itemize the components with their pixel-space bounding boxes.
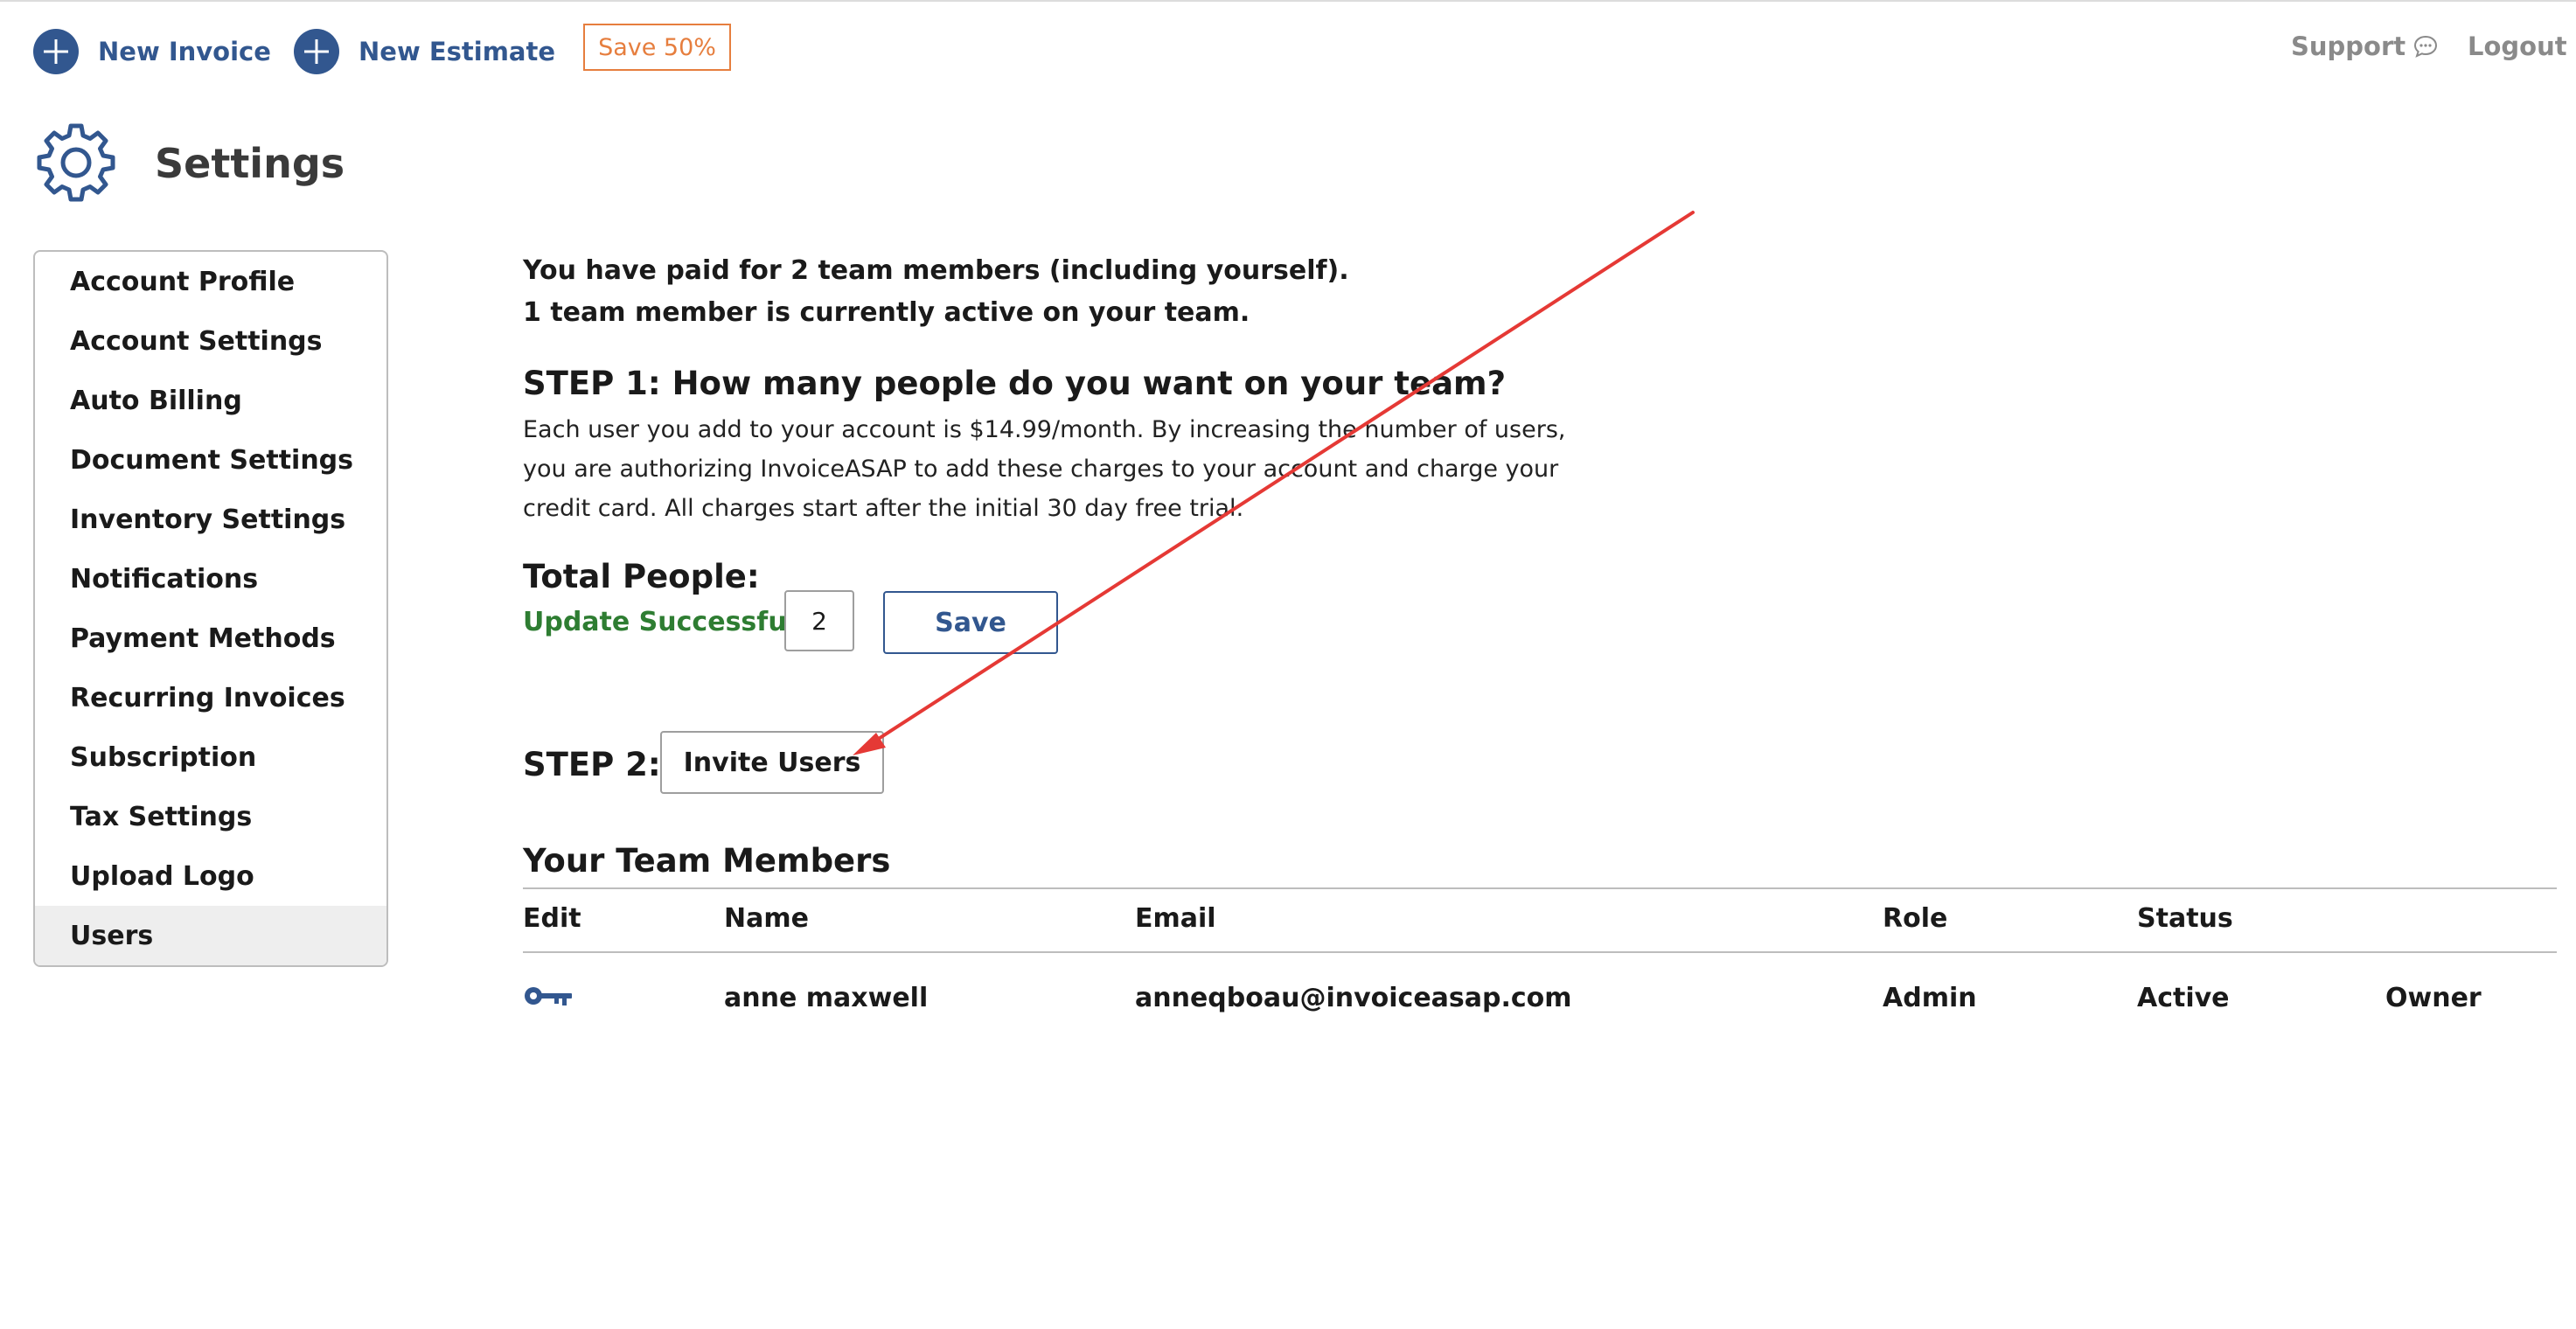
sidebar-item-payment-methods[interactable]: Payment Methods <box>35 609 386 668</box>
save-50-promo-button[interactable]: Save 50% <box>583 24 731 71</box>
member-type: Owner <box>2385 983 2482 1013</box>
column-header-edit: Edit <box>523 903 581 934</box>
settings-users-page: New Invoice New Estimate Save 50% Suppor… <box>0 0 2576 1329</box>
update-status-text: Update Successful <box>523 607 796 637</box>
total-people-label: Total People: <box>523 558 760 595</box>
plus-circle-icon <box>33 29 79 74</box>
chat-bubble-icon <box>2414 35 2438 58</box>
table-top-divider <box>523 887 2557 889</box>
logout-link[interactable]: Logout <box>2468 31 2567 61</box>
save-button[interactable]: Save <box>883 591 1058 654</box>
paid-members-text: You have paid for 2 team members (includ… <box>523 255 1349 286</box>
total-people-input[interactable] <box>784 590 854 651</box>
table-header-divider <box>523 951 2557 953</box>
sidebar-item-inventory-settings[interactable]: Inventory Settings <box>35 490 386 549</box>
sidebar-item-users[interactable]: Users <box>35 906 386 965</box>
column-header-role: Role <box>1883 903 1948 934</box>
member-email: anneqboau@invoiceasap.com <box>1135 983 1572 1013</box>
team-members-heading: Your Team Members <box>523 842 891 880</box>
column-header-email: Email <box>1135 903 1216 934</box>
step1-description-line-2: you are authorizing InvoiceASAP to add t… <box>523 456 1559 483</box>
column-header-name: Name <box>724 903 809 934</box>
sidebar-item-account-profile[interactable]: Account Profile <box>35 252 386 311</box>
step2-label: STEP 2: <box>523 746 661 783</box>
invite-users-button[interactable]: Invite Users <box>660 731 884 794</box>
new-estimate-button[interactable]: New Estimate <box>294 29 555 74</box>
new-invoice-label: New Invoice <box>98 37 271 66</box>
member-status: Active <box>2137 983 2230 1013</box>
plus-circle-icon <box>294 29 339 74</box>
sidebar-item-document-settings[interactable]: Document Settings <box>35 430 386 490</box>
column-header-status: Status <box>2137 903 2233 934</box>
sidebar-item-upload-logo[interactable]: Upload Logo <box>35 846 386 906</box>
sidebar-item-subscription[interactable]: Subscription <box>35 727 386 787</box>
page-title: Settings <box>155 140 345 187</box>
member-role: Admin <box>1883 983 1977 1013</box>
gear-icon <box>37 123 115 202</box>
active-members-text: 1 team member is currently active on you… <box>523 297 1250 328</box>
sidebar-item-recurring-invoices[interactable]: Recurring Invoices <box>35 668 386 727</box>
top-divider <box>0 0 2576 2</box>
support-link[interactable]: Support <box>2291 31 2439 61</box>
sidebar-item-notifications[interactable]: Notifications <box>35 549 386 609</box>
member-name: anne maxwell <box>724 983 929 1013</box>
key-icon[interactable] <box>523 983 574 1009</box>
new-invoice-button[interactable]: New Invoice <box>33 29 271 74</box>
step1-description-line-3: credit card. All charges start after the… <box>523 495 1244 522</box>
sidebar-item-account-settings[interactable]: Account Settings <box>35 311 386 371</box>
new-estimate-label: New Estimate <box>359 37 556 66</box>
settings-sidebar: Account Profile Account Settings Auto Bi… <box>33 250 388 967</box>
step1-description-line-1: Each user you add to your account is $14… <box>523 416 1566 443</box>
sidebar-item-auto-billing[interactable]: Auto Billing <box>35 371 386 430</box>
support-label: Support <box>2291 31 2406 61</box>
step1-heading: STEP 1: How many people do you want on y… <box>523 365 1507 402</box>
sidebar-item-tax-settings[interactable]: Tax Settings <box>35 787 386 846</box>
